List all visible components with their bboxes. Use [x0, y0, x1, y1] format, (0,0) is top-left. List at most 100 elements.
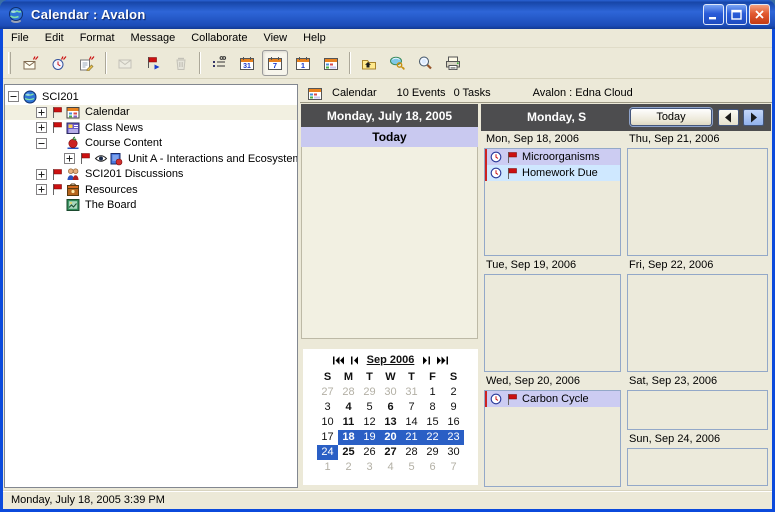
list-view-button[interactable] — [206, 50, 232, 76]
minical-day[interactable]: 11 — [338, 415, 359, 430]
menu-message[interactable]: Message — [123, 30, 184, 46]
minical-day[interactable]: 17 — [317, 430, 338, 445]
minical-day[interactable]: 5 — [359, 400, 380, 415]
tree-item-calendar[interactable]: Calendar — [5, 105, 297, 121]
event-item[interactable]: Carbon Cycle — [487, 391, 620, 407]
day-cell-sat[interactable] — [627, 390, 768, 430]
event-item[interactable]: Homework Due — [487, 165, 620, 181]
minical-day[interactable]: 19 — [359, 430, 380, 445]
minical-day[interactable]: 20 — [380, 430, 401, 445]
day-cell-mon[interactable]: MicroorganismsHomework Due — [484, 148, 621, 256]
tree-item-course-content[interactable]: Course Content — [5, 136, 297, 152]
permissions-button[interactable] — [384, 50, 410, 76]
tree-item-class-news[interactable]: Class News — [5, 120, 297, 136]
minical-day[interactable]: 27 — [317, 385, 338, 400]
minical-day[interactable]: 8 — [422, 400, 443, 415]
minical-day[interactable]: 2 — [443, 385, 464, 400]
minical-day[interactable]: 4 — [380, 460, 401, 475]
prev-month-icon[interactable] — [350, 356, 359, 365]
minical-month-label[interactable]: Sep 2006 — [364, 354, 418, 366]
minical-day[interactable]: 22 — [422, 430, 443, 445]
day-cell-fri[interactable] — [627, 274, 768, 372]
menu-view[interactable]: View — [255, 30, 295, 46]
new-event-button[interactable] — [46, 50, 72, 76]
tree-item-sci201[interactable]: SCI201 — [5, 89, 297, 105]
new-message-button[interactable] — [18, 50, 44, 76]
minical-day[interactable]: 29 — [359, 385, 380, 400]
day-cell-tue[interactable] — [484, 274, 621, 372]
minical-day[interactable]: 6 — [422, 460, 443, 475]
menu-edit[interactable]: Edit — [37, 30, 72, 46]
minical-day[interactable]: 29 — [422, 445, 443, 460]
menu-format[interactable]: Format — [72, 30, 123, 46]
next-year-icon[interactable] — [436, 356, 449, 365]
month-view-button[interactable]: 31 — [234, 50, 260, 76]
print-button[interactable] — [440, 50, 466, 76]
minical-day[interactable]: 30 — [443, 445, 464, 460]
minical-day[interactable]: 5 — [401, 460, 422, 475]
minical-day[interactable]: 23 — [443, 430, 464, 445]
titlebar[interactable]: Calendar : Avalon — [0, 0, 775, 29]
tree-item-the-board[interactable]: The Board — [5, 198, 297, 214]
close-button[interactable] — [749, 4, 770, 25]
event-item[interactable]: Microorganisms — [487, 149, 620, 165]
minical-day[interactable]: 9 — [443, 400, 464, 415]
minical-day[interactable]: 7 — [443, 460, 464, 475]
minical-day[interactable]: 6 — [380, 400, 401, 415]
minical-day[interactable]: 2 — [338, 460, 359, 475]
collapse-icon[interactable] — [8, 91, 19, 102]
minical-day[interactable]: 28 — [401, 445, 422, 460]
day-cell-sun[interactable] — [627, 448, 768, 486]
expand-icon[interactable] — [36, 107, 47, 118]
day-panel-body[interactable] — [301, 147, 478, 339]
day-cell-thu[interactable] — [627, 148, 768, 256]
minical-day[interactable]: 7 — [401, 400, 422, 415]
minical-day[interactable]: 21 — [401, 430, 422, 445]
tree-item-resources[interactable]: Resources — [5, 182, 297, 198]
toolbar-grip[interactable] — [8, 52, 11, 74]
minical-day[interactable]: 30 — [380, 385, 401, 400]
search-button[interactable] — [412, 50, 438, 76]
next-month-icon[interactable] — [422, 356, 431, 365]
maximize-button[interactable] — [726, 4, 747, 25]
menu-file[interactable]: File — [3, 30, 37, 46]
minical-day[interactable]: 1 — [422, 385, 443, 400]
minical-day[interactable]: 12 — [359, 415, 380, 430]
parent-folder-button[interactable] — [356, 50, 382, 76]
minical-day[interactable]: 28 — [338, 385, 359, 400]
tree-item-sci201-discussions[interactable]: SCI201 Discussions — [5, 167, 297, 183]
week-view-button[interactable]: 7 — [262, 50, 288, 76]
minical-day[interactable]: 3 — [317, 400, 338, 415]
day-cell-wed[interactable]: Carbon Cycle — [484, 390, 621, 487]
expand-icon[interactable] — [36, 184, 47, 195]
expand-icon[interactable] — [36, 169, 47, 180]
minical-day[interactable]: 1 — [317, 460, 338, 475]
collapse-icon[interactable] — [36, 138, 47, 149]
minical-day[interactable]: 13 — [380, 415, 401, 430]
minical-day[interactable]: 15 — [422, 415, 443, 430]
today-button[interactable]: Today — [630, 108, 712, 126]
expand-icon[interactable] — [64, 153, 75, 164]
minical-day[interactable]: 31 — [401, 385, 422, 400]
minical-day[interactable]: 26 — [359, 445, 380, 460]
expand-icon[interactable] — [36, 122, 47, 133]
minical-day[interactable]: 25 — [338, 445, 359, 460]
minical-day[interactable]: 14 — [401, 415, 422, 430]
flag-message-button[interactable] — [140, 50, 166, 76]
multi-week-view-button[interactable] — [318, 50, 344, 76]
minical-day[interactable]: 3 — [359, 460, 380, 475]
next-week-icon[interactable] — [743, 109, 764, 126]
minical-day[interactable]: 16 — [443, 415, 464, 430]
tree-item-unit-a-interactions-and-ecosystems[interactable]: Unit A - Interactions and Ecosystems — [5, 151, 297, 167]
new-task-button[interactable] — [74, 50, 100, 76]
minical-day[interactable]: 24 — [317, 445, 338, 460]
previous-week-icon[interactable] — [718, 109, 739, 126]
menu-collaborate[interactable]: Collaborate — [183, 30, 255, 46]
day-view-button[interactable]: 1 — [290, 50, 316, 76]
prev-year-icon[interactable] — [332, 356, 345, 365]
minical-day[interactable]: 18 — [338, 430, 359, 445]
minical-day[interactable]: 4 — [338, 400, 359, 415]
minical-day[interactable]: 10 — [317, 415, 338, 430]
menu-help[interactable]: Help — [295, 30, 334, 46]
minical-day[interactable]: 27 — [380, 445, 401, 460]
